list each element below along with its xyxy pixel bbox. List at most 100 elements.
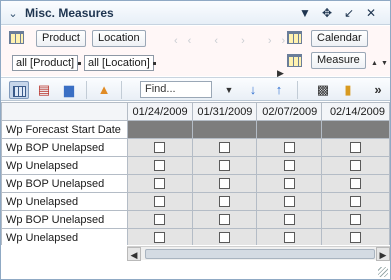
collapse-icon[interactable]: ⌄ xyxy=(7,8,19,20)
checkbox[interactable] xyxy=(154,178,166,190)
table-row: Wp Unelapsed xyxy=(1,192,390,211)
calendar-dimension-button[interactable]: Calendar xyxy=(311,30,368,47)
scroll-up-icon[interactable]: ▲ xyxy=(371,60,378,67)
find-input[interactable]: Find... xyxy=(140,81,212,98)
bar-chart-icon[interactable]: ▆ xyxy=(59,81,79,99)
checkbox-cell xyxy=(256,228,323,245)
table-row: Wp Unelapsed xyxy=(1,156,390,175)
row-dimensions-icon xyxy=(9,31,24,44)
checkbox-cell xyxy=(126,210,193,229)
measure-dimension-icon xyxy=(287,54,302,67)
checkbox-cell xyxy=(321,174,390,193)
row-header[interactable]: Wp BOP Unelapsed xyxy=(1,174,128,193)
chart-grid-icon[interactable]: ▤ xyxy=(34,81,54,99)
location-dimension-button[interactable]: Location xyxy=(92,30,146,47)
checkbox[interactable] xyxy=(283,178,295,190)
minimize-icon[interactable]: ↙ xyxy=(341,6,357,20)
arrow-up-icon[interactable]: ↑ xyxy=(269,81,289,99)
checkbox-cell xyxy=(321,156,390,175)
close-icon[interactable]: ✕ xyxy=(363,6,379,20)
checkbox[interactable] xyxy=(154,142,166,154)
checkbox[interactable] xyxy=(219,196,231,208)
measures-grid: 01/24/2009 01/31/2009 02/07/2009 02/14/2… xyxy=(1,102,390,245)
view-toolbar: ▤ ▆ ▲ Find... ▼ ↓ ↑ ▩ ▮ » xyxy=(1,77,390,101)
checkbox-cell xyxy=(191,138,258,157)
product-dimension-button[interactable]: Product xyxy=(36,30,86,47)
row-header[interactable]: Wp Forecast Start Date xyxy=(1,120,128,139)
date-cell[interactable] xyxy=(321,120,390,139)
grid-view-icon[interactable] xyxy=(9,81,29,99)
checkbox[interactable] xyxy=(219,178,231,190)
misc-measures-panel: ⌄ Misc. Measures ▼ ✥ ↙ ✕ Product Locatio… xyxy=(0,0,391,280)
checkbox-cell xyxy=(256,156,323,175)
checkbox[interactable] xyxy=(154,196,166,208)
checkbox[interactable] xyxy=(283,160,295,172)
measure-dimension-button[interactable]: Measure xyxy=(311,52,366,69)
checkbox[interactable] xyxy=(350,214,362,226)
more-tools-icon[interactable]: » xyxy=(368,81,388,99)
resize-grip-icon[interactable] xyxy=(378,267,388,277)
find-grid-icon[interactable]: ▩ xyxy=(313,81,333,99)
row-header[interactable]: Wp Unelapsed xyxy=(1,192,128,211)
checkbox[interactable] xyxy=(350,178,362,190)
checkbox[interactable] xyxy=(350,232,362,244)
checkbox-cell xyxy=(256,174,323,193)
checkbox[interactable] xyxy=(283,214,295,226)
checkbox-cell xyxy=(191,192,258,211)
checkbox[interactable] xyxy=(350,160,362,172)
checkbox[interactable] xyxy=(154,232,166,244)
date-cell[interactable] xyxy=(191,120,258,139)
checkbox[interactable] xyxy=(154,214,166,226)
checkbox[interactable] xyxy=(219,160,231,172)
checkbox[interactable] xyxy=(154,160,166,172)
column-header[interactable]: 02/14/2009 xyxy=(321,102,390,121)
horizontal-scrollbar[interactable]: ◀ ▶ xyxy=(127,246,390,261)
checkbox-cell xyxy=(256,192,323,211)
arrow-down-icon[interactable]: ↓ xyxy=(243,81,263,99)
checkbox-cell xyxy=(126,228,193,245)
table-row: Wp Forecast Start Date xyxy=(1,120,390,139)
scroll-thumb[interactable] xyxy=(145,249,375,259)
row-header[interactable]: Wp Unelapsed xyxy=(1,156,128,175)
chevron-down-icon[interactable]: ▼ xyxy=(297,6,313,20)
checkbox-cell xyxy=(191,210,258,229)
area-chart-icon[interactable]: ▲ xyxy=(94,81,114,99)
ruler-icon[interactable]: ▮ xyxy=(338,81,358,99)
checkbox[interactable] xyxy=(219,232,231,244)
find-dropdown-icon[interactable]: ▼ xyxy=(219,81,239,99)
row-header[interactable]: Wp BOP Unelapsed xyxy=(1,138,128,157)
checkbox[interactable] xyxy=(219,142,231,154)
table-row: Wp BOP Unelapsed xyxy=(1,174,390,193)
checkbox[interactable] xyxy=(350,196,362,208)
all-location-tag[interactable]: all [Location] xyxy=(84,55,154,71)
scroll-left-icon[interactable]: ◀ xyxy=(127,247,141,261)
checkbox[interactable] xyxy=(283,232,295,244)
grid-corner xyxy=(1,102,128,121)
tag-separator xyxy=(78,62,81,65)
checkbox-cell xyxy=(321,210,390,229)
checkbox-cell xyxy=(126,138,193,157)
row-header[interactable]: Wp Unelapsed xyxy=(1,228,128,245)
column-header[interactable]: 01/24/2009 xyxy=(126,102,193,121)
row-header[interactable]: Wp BOP Unelapsed xyxy=(1,210,128,229)
table-row: Wp BOP Unelapsed xyxy=(1,210,390,229)
checkbox-cell xyxy=(126,174,193,193)
scroll-right-icon[interactable]: ▶ xyxy=(376,247,390,261)
checkbox[interactable] xyxy=(283,142,295,154)
date-cell[interactable] xyxy=(126,120,193,139)
toolbar-separator xyxy=(297,81,298,99)
date-cell[interactable] xyxy=(256,120,323,139)
checkbox-cell xyxy=(191,228,258,245)
checkbox[interactable] xyxy=(219,214,231,226)
column-header[interactable]: 02/07/2009 xyxy=(256,102,323,121)
checkbox[interactable] xyxy=(283,196,295,208)
column-header[interactable]: 01/31/2009 xyxy=(191,102,258,121)
scroll-down-icon[interactable]: ▼ xyxy=(381,60,388,67)
measures-table: 01/24/2009 01/31/2009 02/07/2009 02/14/2… xyxy=(1,102,390,245)
page-nav-arrows-icon[interactable]: ‹‹ ‹ › ›› xyxy=(174,35,295,47)
checkbox-cell xyxy=(321,138,390,157)
all-product-tag[interactable]: all [Product] xyxy=(12,55,79,71)
move-icon[interactable]: ✥ xyxy=(319,6,335,20)
checkbox[interactable] xyxy=(350,142,362,154)
dimension-area: Product Location ‹‹ ‹ › ›› all [Product]… xyxy=(1,26,390,78)
